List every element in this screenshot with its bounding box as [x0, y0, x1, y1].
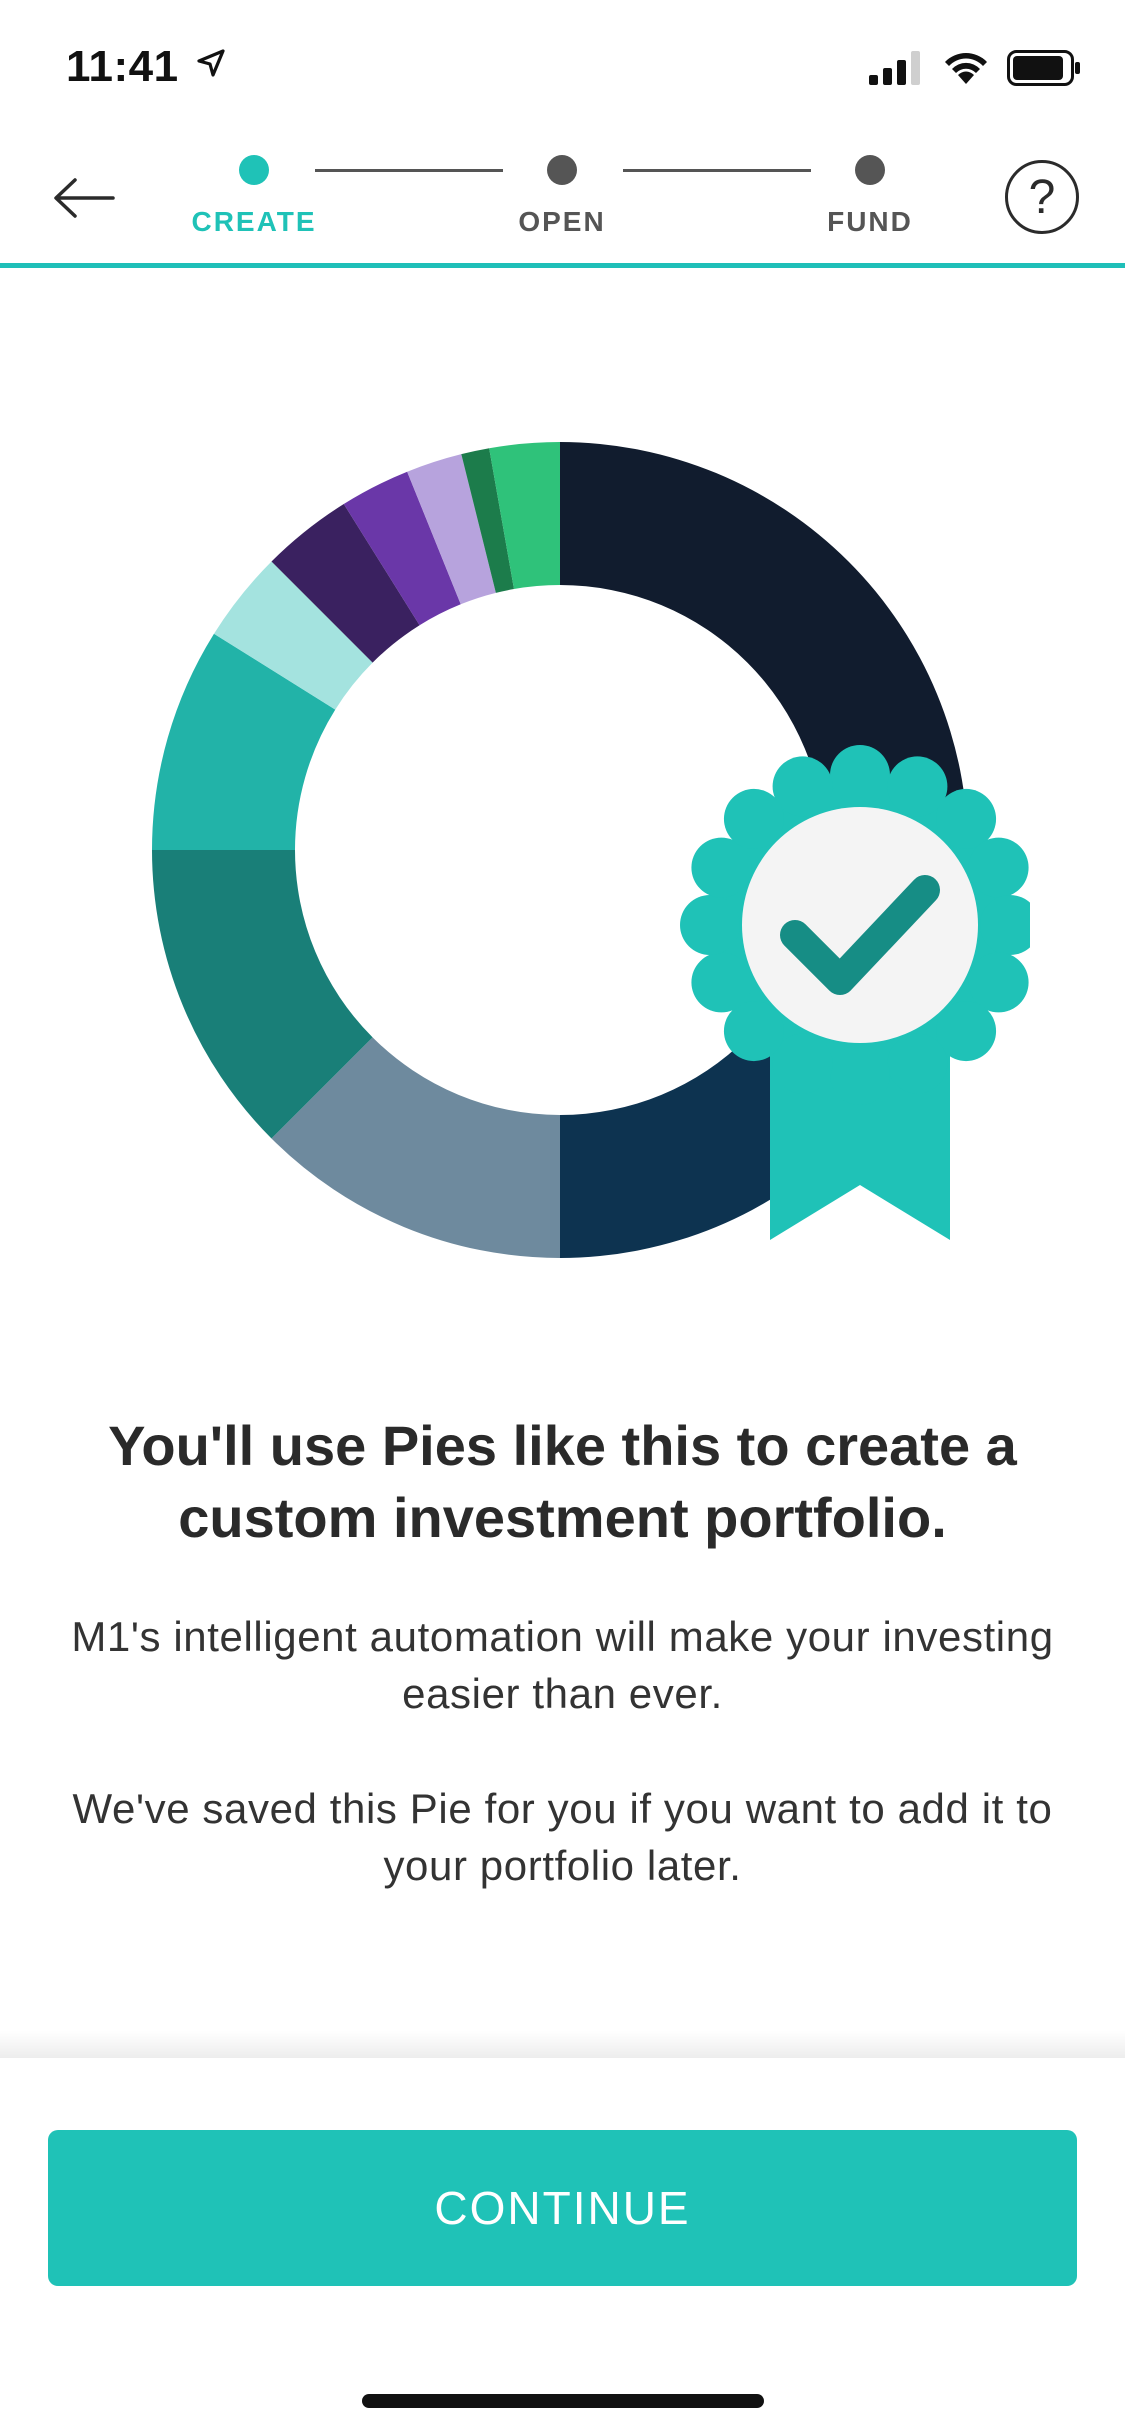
step-dot-create — [239, 155, 269, 185]
badge-inner-circle — [742, 807, 978, 1043]
back-button[interactable] — [40, 160, 128, 236]
back-arrow-icon — [54, 178, 115, 218]
status-icons — [869, 50, 1081, 86]
step-connector — [315, 169, 503, 172]
home-indicator — [362, 2394, 764, 2408]
headline: You'll use Pies like this to create a cu… — [108, 1414, 1017, 1549]
continue-button[interactable]: CONTINUE — [48, 2130, 1077, 2286]
badge-seal-scallop — [968, 837, 1029, 898]
cellular-signal-icon — [869, 51, 920, 85]
wifi-icon — [945, 53, 987, 84]
battery-icon — [1007, 50, 1080, 86]
step-connector — [623, 169, 811, 172]
step-label-fund: FUND — [827, 206, 913, 237]
help-button[interactable]: ? — [1005, 160, 1079, 234]
step-dot-fund — [855, 155, 885, 185]
step-label-open: OPEN — [518, 206, 606, 237]
help-icon: ? — [1028, 170, 1056, 224]
step-dot-open — [547, 155, 577, 185]
footer-shadow — [0, 2030, 1125, 2060]
pie-illustration — [152, 442, 1030, 1258]
badge-seal-scallop — [887, 1033, 948, 1094]
badge-seal-scallop — [680, 895, 740, 955]
continue-button-label: CONTINUE — [434, 2182, 691, 2234]
body-paragraph-automation: M1's intelligent automation will make yo… — [71, 1613, 1054, 1717]
badge-seal-scallop — [691, 952, 752, 1013]
status-time: 11:41 — [66, 42, 227, 92]
badge-seal-scallop — [772, 756, 833, 817]
header-progress-rule — [0, 263, 1125, 268]
status-time-text: 11:41 — [66, 42, 179, 91]
badge-seal-scallop — [830, 1045, 890, 1105]
body-paragraph-saved-pie: We've saved this Pie for you if you want… — [72, 1785, 1053, 1889]
badge-seal-scallop — [830, 745, 890, 805]
location-arrow-icon — [197, 49, 225, 77]
step-label-create: CREATE — [191, 206, 317, 237]
